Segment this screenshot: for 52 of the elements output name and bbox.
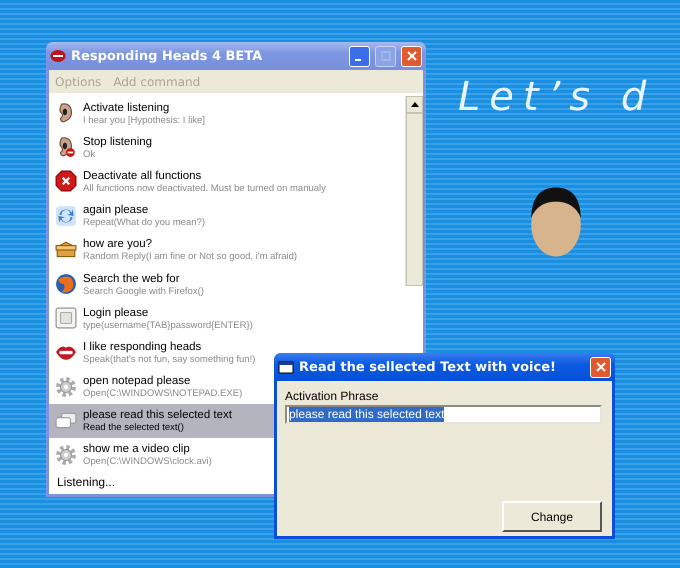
command-title: Deactivate all functions bbox=[83, 168, 202, 183]
command-action: type(username{TAB}password{ENTER}) bbox=[83, 320, 253, 331]
keyboard-key-icon bbox=[55, 307, 77, 330]
dialog-title: Read the sellected Text with voice! bbox=[299, 360, 557, 374]
command-title: Login please bbox=[83, 306, 150, 320]
command-title: Activate listening bbox=[83, 100, 170, 115]
minimize-icon bbox=[355, 59, 361, 61]
stop-icon bbox=[55, 170, 77, 192]
command-item[interactable]: Search the web for Search Google with Firefox() bbox=[49, 266, 405, 302]
command-action: All functions now deactivated. Must be turned on manualy bbox=[83, 182, 326, 194]
command-item[interactable]: Stop listening Ok bbox=[49, 130, 405, 164]
command-title: how are you? bbox=[83, 237, 154, 252]
gear-icon bbox=[55, 376, 77, 398]
command-action: Search Google with Firefox() bbox=[83, 286, 204, 297]
field-label: Activation Phrase bbox=[285, 389, 380, 403]
command-title: please read this selected text bbox=[83, 408, 232, 422]
command-action: Open(C:\WINDOWS\NOTEPAD.EXE) bbox=[83, 388, 242, 400]
command-item[interactable]: how are you? Random Reply(I am fine or Not so good, i'm afraid) bbox=[49, 232, 405, 267]
command-title: Search the web for bbox=[83, 272, 181, 286]
window-title: Responding Heads 4 BETA bbox=[71, 48, 264, 64]
wallpaper-slogan: Let’s d bbox=[458, 74, 656, 120]
command-item[interactable]: show me a video clip Open(C:\WINDOWS\clock.avi) bbox=[49, 438, 405, 472]
close-button[interactable] bbox=[590, 356, 611, 378]
command-action: Ok bbox=[83, 148, 96, 160]
command-action: Repeat(What do you mean?) bbox=[83, 217, 205, 228]
close-icon bbox=[406, 51, 416, 61]
command-title: I like responding heads bbox=[83, 340, 202, 354]
close-icon bbox=[596, 362, 606, 372]
command-action: I hear you [Hypothesis: I like] bbox=[83, 114, 205, 126]
up-arrow-icon bbox=[410, 102, 418, 107]
command-title: Stop listening bbox=[83, 134, 152, 149]
command-item[interactable]: Activate listening I hear you [Hypothesis: I like] bbox=[49, 96, 405, 130]
activation-phrase-field[interactable]: please read this selected text bbox=[285, 405, 602, 424]
command-title: again please bbox=[83, 203, 150, 218]
minimize-button[interactable] bbox=[349, 46, 370, 66]
command-item[interactable]: Login please type(username{TAB}password{ENTER}) bbox=[49, 301, 405, 336]
maximize-icon bbox=[380, 51, 390, 61]
command-action: Read the selected text() bbox=[83, 422, 185, 434]
scroll-up-button[interactable] bbox=[406, 96, 423, 113]
command-item[interactable]: Deactivate all functions All functions now deactivated. Must be turned on manualy bbox=[49, 164, 405, 199]
command-title: show me a video clip bbox=[83, 442, 191, 456]
change-button[interactable]: Change bbox=[502, 501, 602, 532]
globe-icon bbox=[55, 273, 77, 296]
command-action: Random Reply(I am fine or Not so good, i'm afraid) bbox=[83, 251, 298, 262]
refresh-icon bbox=[55, 204, 77, 227]
close-button[interactable] bbox=[401, 46, 422, 66]
command-title: open notepad please bbox=[83, 374, 192, 388]
window-icon bbox=[278, 359, 294, 375]
command-action: Speak(that's not fun, say something fun!) bbox=[83, 354, 256, 365]
gear-icon bbox=[55, 444, 77, 466]
command-item[interactable]: again please Repeat(What do you mean?) bbox=[49, 198, 405, 233]
command-action: Open(C:\WINDOWS\clock.avi) bbox=[83, 456, 212, 468]
